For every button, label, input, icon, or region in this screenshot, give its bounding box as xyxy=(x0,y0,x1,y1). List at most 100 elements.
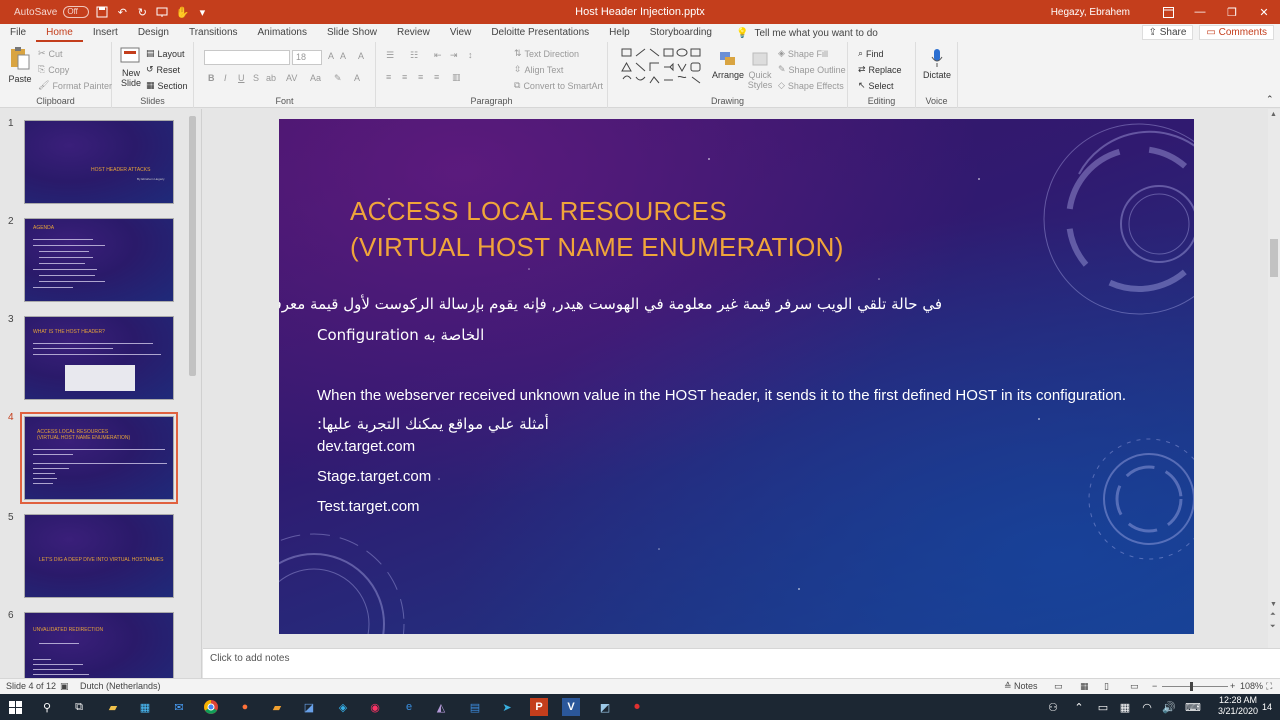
touch-mode-icon[interactable]: ✋ xyxy=(175,5,190,19)
slide-thumbnail-3[interactable]: WHAT IS THE HOST HEADER? xyxy=(24,316,174,400)
decrease-indent-icon[interactable]: ⇤ xyxy=(434,50,442,61)
customize-toolbar-icon[interactable]: ▾ xyxy=(195,5,209,19)
editor-scrollbar-thumb[interactable] xyxy=(1270,239,1278,277)
app-icon[interactable]: ◉ xyxy=(366,698,384,716)
align-center-icon[interactable]: ≡ xyxy=(402,72,407,82)
reset-button[interactable]: ↺ Reset xyxy=(146,64,180,75)
notes-toggle[interactable]: ≙ Notes xyxy=(1004,681,1038,692)
share-button[interactable]: ⇪ Share xyxy=(1141,25,1194,40)
scroll-down-icon[interactable]: ▼ xyxy=(1270,601,1277,608)
select-button[interactable]: ↖ Select xyxy=(858,80,894,91)
dictate-button[interactable]: Dictate xyxy=(920,48,954,80)
grow-font-icon[interactable]: A xyxy=(328,51,334,61)
slide-sorter-icon[interactable]: ▦ xyxy=(1080,681,1089,692)
cut-button[interactable]: ✂ Cut xyxy=(38,48,63,59)
tab-help[interactable]: Help xyxy=(599,24,640,42)
underline-icon[interactable]: U xyxy=(238,73,245,83)
app-icon[interactable]: ◭ xyxy=(432,698,450,716)
shadow-icon[interactable]: S xyxy=(253,73,259,83)
paste-button[interactable]: Paste xyxy=(6,46,34,84)
english-text[interactable]: When the webserver received unknown valu… xyxy=(317,387,1126,404)
convert-smartart-button[interactable]: ⧉ Convert to SmartArt xyxy=(514,80,603,91)
zoom-out-icon[interactable]: − xyxy=(1152,681,1157,691)
highlight-icon[interactable]: ✎ xyxy=(334,73,342,84)
quick-styles-button[interactable]: Quick Styles xyxy=(746,50,774,90)
language-indicator[interactable]: Dutch (Netherlands) xyxy=(80,681,161,691)
visio-icon[interactable]: V xyxy=(562,698,580,716)
windows-start-icon[interactable] xyxy=(6,698,24,716)
reading-view-icon[interactable]: ▯ xyxy=(1104,681,1109,692)
firefox-icon[interactable]: ● xyxy=(236,698,254,716)
zoom-slider-track[interactable] xyxy=(1162,686,1228,687)
notes-pane[interactable]: Click to add notes xyxy=(203,648,1280,678)
copy-button[interactable]: ⎘ Copy xyxy=(38,64,69,75)
tab-storyboarding[interactable]: Storyboarding xyxy=(640,24,722,42)
people-icon[interactable]: ⚇ xyxy=(1044,698,1062,716)
justify-icon[interactable]: ≡ xyxy=(434,72,439,82)
numbering-icon[interactable]: ☷ xyxy=(410,50,418,61)
taskbar-clock[interactable]: 12:28 AM 3/21/2020 xyxy=(1218,695,1258,717)
bullets-icon[interactable]: ☰ xyxy=(386,50,394,61)
minimize-icon[interactable]: — xyxy=(1184,0,1216,24)
shape-fill-button[interactable]: ◈ Shape Fill xyxy=(778,48,828,59)
task-view-icon[interactable]: ⧉ xyxy=(70,698,88,716)
slide-thumbnail-2[interactable]: AGENDA xyxy=(24,218,174,302)
increase-indent-icon[interactable]: ⇥ xyxy=(450,50,458,61)
bold-icon[interactable]: B xyxy=(208,73,215,83)
example-domain[interactable]: Test.target.com xyxy=(317,498,420,515)
redo-icon[interactable]: ↻ xyxy=(135,5,149,19)
telegram-icon[interactable]: ➤ xyxy=(498,698,516,716)
spellcheck-icon[interactable]: ▣ xyxy=(60,681,69,692)
arabic-text-line-1[interactable]: في حالة تلقي الويب سرفر قيمة غير معلومة … xyxy=(279,295,942,313)
zoom-level[interactable]: 108% xyxy=(1240,681,1263,691)
arrange-button[interactable]: Arrange xyxy=(712,50,744,80)
user-name[interactable]: Hegazy, Ebrahem xyxy=(1051,7,1130,18)
network-icon[interactable]: ▦ xyxy=(1116,698,1134,716)
thumbnail-scrollbar-thumb[interactable] xyxy=(189,116,196,376)
close-icon[interactable]: ✕ xyxy=(1248,0,1280,24)
app-icon[interactable]: ◪ xyxy=(300,698,318,716)
battery-icon[interactable]: ▭ xyxy=(1094,698,1112,716)
notification-center-icon[interactable]: 14 xyxy=(1258,698,1276,716)
clear-formatting-icon[interactable]: A xyxy=(358,51,364,61)
tab-home[interactable]: Home xyxy=(36,24,83,42)
slide-thumbnail-1[interactable]: HOST HEADER ATTACKS By Ebrahem Hegazy xyxy=(24,120,174,204)
font-name-field[interactable] xyxy=(204,50,290,65)
thumbnail-scrollbar[interactable] xyxy=(188,110,198,676)
tab-review[interactable]: Review xyxy=(387,24,440,42)
tab-animations[interactable]: Animations xyxy=(248,24,317,42)
shape-effects-button[interactable]: ◇ Shape Effects xyxy=(778,80,844,91)
ribbon-display-icon[interactable] xyxy=(1152,0,1184,24)
volume-icon[interactable]: 🔊 xyxy=(1160,698,1178,716)
change-case-icon[interactable]: Aa xyxy=(310,73,321,83)
chrome-icon[interactable] xyxy=(202,698,220,716)
scroll-up-icon[interactable]: ▲ xyxy=(1270,111,1277,118)
keyboard-icon[interactable]: ⌨ xyxy=(1184,698,1202,716)
example-domain[interactable]: dev.target.com xyxy=(317,438,415,455)
file-explorer-icon[interactable]: ▰ xyxy=(104,698,122,716)
comments-button[interactable]: ▭ Comments xyxy=(1199,25,1274,40)
undo-icon[interactable]: ↶ xyxy=(115,5,129,19)
tray-overflow-icon[interactable]: ⌃ xyxy=(1070,698,1088,716)
arabic-text-line-2[interactable]: Configuration الخاصة به xyxy=(317,326,484,344)
search-icon[interactable]: ⚲ xyxy=(38,698,56,716)
section-button[interactable]: ▦ Section xyxy=(146,80,188,91)
fit-to-window-icon[interactable]: ⛶ xyxy=(1266,681,1272,692)
character-spacing-icon[interactable]: AV xyxy=(286,73,297,83)
app-icon[interactable]: ◩ xyxy=(596,698,614,716)
sublime-text-icon[interactable]: ▰ xyxy=(268,698,286,716)
line-spacing-icon[interactable]: ↕ xyxy=(468,50,473,60)
text-direction-button[interactable]: ⇅ Text Direction xyxy=(514,48,579,59)
slideshow-view-icon[interactable]: ▭ xyxy=(1130,681,1139,692)
layout-button[interactable]: ▤ Layout xyxy=(146,48,185,59)
zoom-slider-handle[interactable] xyxy=(1190,682,1193,691)
strikethrough-icon[interactable]: ab xyxy=(266,73,276,83)
tab-view[interactable]: View xyxy=(440,24,482,42)
replace-button[interactable]: ⇄ Replace xyxy=(858,64,902,75)
slide-thumbnail-6[interactable]: UNVALIDATED REDIRECTION xyxy=(24,612,174,678)
edge-icon[interactable]: e xyxy=(400,698,418,716)
tell-me-box[interactable]: 💡 Tell me what you want to do xyxy=(722,28,878,39)
slide-title[interactable]: ACCESS LOCAL RESOURCES (VIRTUAL HOST NAM… xyxy=(350,193,844,265)
align-left-icon[interactable]: ≡ xyxy=(386,72,391,82)
normal-view-icon[interactable]: ▭ xyxy=(1054,681,1063,692)
